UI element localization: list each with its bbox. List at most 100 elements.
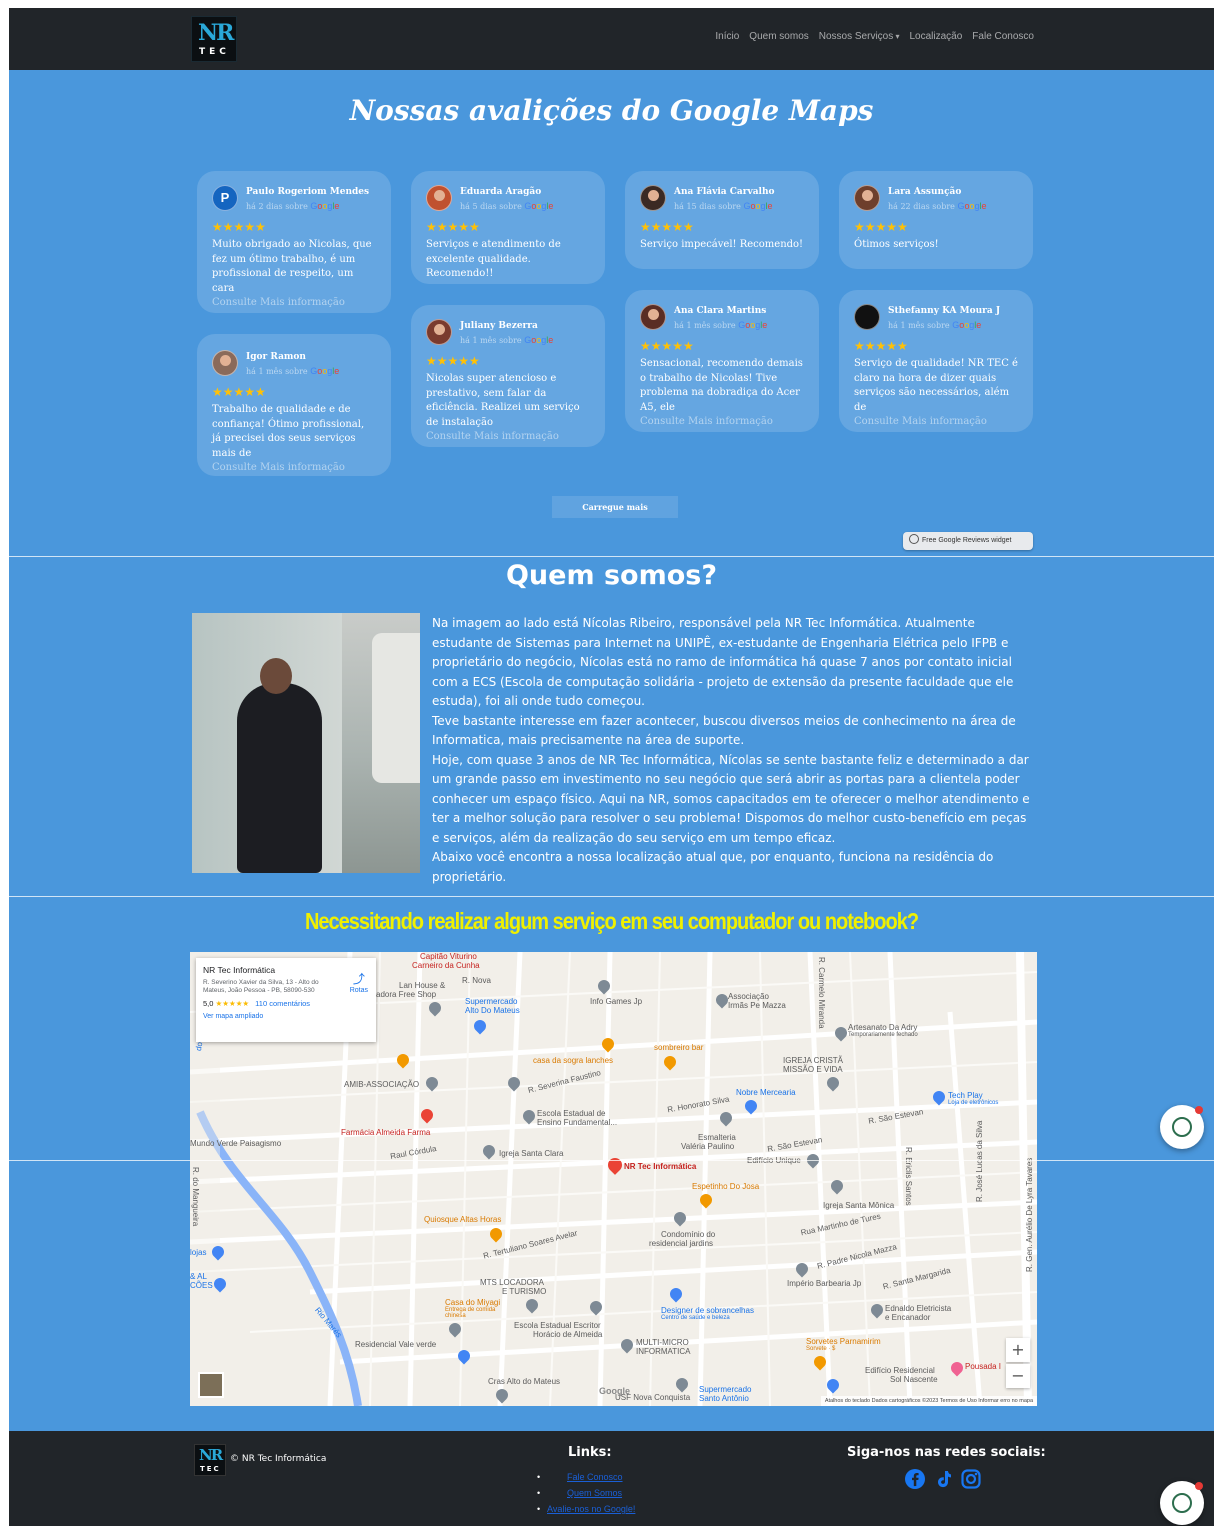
reviews-count-link[interactable]: 110 comentários — [255, 999, 310, 1008]
footer-link-fale-conosco[interactable]: Fale Conosco — [567, 1472, 623, 1482]
about-paragraph: Teve bastante interesse em fazer acontec… — [432, 713, 1016, 748]
map-label: Residencial Vale verde — [355, 1340, 437, 1349]
whatsapp-float-button[interactable] — [1160, 1105, 1204, 1149]
reviewer-name[interactable]: Lara Assunção — [888, 187, 987, 197]
map-label-nr-tec[interactable]: NR Tec Informática — [624, 1162, 696, 1171]
map-label: R. Nova — [462, 976, 491, 985]
google-logo: Google — [524, 201, 554, 211]
map-label: Alto Do Mateus — [465, 1006, 520, 1015]
map-attribution[interactable]: Atalhos do teclado Dados cartográficos ©… — [820, 1396, 1037, 1406]
reviewer-name[interactable]: Paulo Rogeriom Mendes — [246, 187, 369, 197]
instagram-icon[interactable] — [960, 1468, 982, 1490]
star-rating: ★★★★★ — [854, 220, 908, 234]
map-label: Império Barbearia Jp — [787, 1279, 862, 1288]
map-label: & AL — [190, 1272, 207, 1281]
review-card: Ana Flávia Carvalho há 15 dias sobre Goo… — [625, 171, 819, 269]
facebook-icon[interactable] — [904, 1468, 926, 1490]
widget-icon — [909, 534, 919, 544]
footer-link-avalie[interactable]: Avalie-nos no Google! — [547, 1504, 635, 1514]
map-label: Supermercado — [465, 997, 518, 1006]
whatsapp-float-button[interactable] — [1160, 1481, 1204, 1525]
map-label: Santo Antônio — [699, 1394, 749, 1403]
read-more-link[interactable]: Consulte Mais informação — [212, 296, 376, 310]
map-label: IGREJA CRISTÃ — [783, 1056, 844, 1065]
nav-dropdown-servicos[interactable]: Nossos Serviços — [819, 31, 900, 42]
review-meta: há 1 mês sobre — [674, 321, 736, 330]
logo-text-bottom: TEC — [199, 47, 230, 57]
load-more-button[interactable]: Carregue mais — [552, 496, 678, 518]
review-meta: há 15 dias sobre — [674, 202, 741, 211]
nav-link-fale-conosco[interactable]: Fale Conosco — [972, 31, 1034, 42]
reviewer-name[interactable]: Sthefanny KA Moura J — [888, 306, 1000, 316]
map-label: Irmãs Pe Mazza — [728, 1001, 786, 1010]
map-label: Capitão Viturino — [420, 952, 477, 961]
notification-dot — [1195, 1482, 1203, 1490]
map-label: Lan House & — [399, 981, 446, 990]
place-address: R. Severino Xavier da Silva, 13 - Alto d… — [203, 979, 319, 994]
notification-dot — [1195, 1106, 1203, 1114]
about-paragraph: Hoje, com quase 3 anos de NR Tec Informá… — [432, 752, 1030, 845]
map-label: Supermercado — [699, 1385, 752, 1394]
read-more-link[interactable]: Consulte Mais informação — [640, 415, 804, 429]
reviewer-name[interactable]: Eduarda Aragão — [460, 187, 553, 197]
review-card: Igor Ramon há 1 mês sobre Google ★★★★★ T… — [197, 334, 391, 476]
reviewer-name[interactable]: Ana Flávia Carvalho — [674, 187, 775, 197]
place-rating: 5,0 ★★★★★ 110 comentários — [203, 999, 369, 1008]
reviewer-avatar — [854, 304, 880, 330]
read-more-link[interactable]: Consulte Mais informação — [854, 415, 1018, 429]
review-meta: há 22 dias sobre — [888, 202, 955, 211]
reviewer-name[interactable]: Juliany Bezerra — [460, 321, 553, 331]
star-rating: ★★★★★ — [426, 354, 480, 368]
logo-text-bottom: TEC — [200, 1465, 221, 1473]
brand-logo[interactable]: NR TEC — [191, 16, 237, 62]
map-label: Entrega de comida chinesa — [445, 1307, 496, 1319]
footer-link-quem-somos[interactable]: Quem Somos — [567, 1488, 622, 1498]
google-map[interactable]: Capitão Viturino Carneiro da Cunha Lan H… — [190, 952, 1037, 1406]
review-meta: há 1 mês sobre — [460, 336, 522, 345]
whatsapp-icon — [1172, 1493, 1192, 1513]
zoom-out-button[interactable]: − — [1006, 1364, 1030, 1388]
place-info-card: NR Tec Informática R. Severino Xavier da… — [196, 958, 376, 1042]
directions-button[interactable]: ⤴ Rotas — [350, 970, 368, 994]
star-rating: ★★★★★ — [212, 220, 266, 234]
nav-link-quem-somos[interactable]: Quem somos — [749, 31, 808, 42]
map-label: residencial jardins — [649, 1239, 714, 1248]
zoom-in-button[interactable]: + — [1006, 1338, 1030, 1362]
list-item: Avalie-nos no Google! — [537, 1501, 635, 1517]
section-divider — [9, 896, 1214, 897]
read-more-link[interactable]: Consulte Mais informação — [212, 461, 376, 475]
nav-link-inicio[interactable]: Início — [715, 31, 739, 42]
review-text: Serviços e atendimento de excelente qual… — [426, 239, 561, 279]
copyright: © NR Tec Informática — [230, 1454, 327, 1464]
map-label: Igreja Santa Clara — [499, 1149, 564, 1158]
footer-logo[interactable]: NR TEC — [194, 1444, 226, 1476]
review-text: Serviço de qualidade! NR TEC é claro na … — [854, 358, 1018, 413]
tiktok-icon[interactable] — [932, 1468, 954, 1490]
reviews-widget-badge[interactable]: Free Google Reviews widget — [903, 532, 1033, 550]
google-logo: Google — [310, 201, 340, 211]
read-more-link[interactable]: Consulte Mais informação — [426, 430, 590, 444]
review-meta: há 5 dias sobre — [460, 202, 522, 211]
reviewer-avatar — [640, 304, 666, 330]
reviewer-avatar — [212, 350, 238, 376]
page-frame: NR TEC Início Quem somos Nossos Serviços… — [9, 8, 1214, 1526]
map-label: casa da sogra lanches — [533, 1056, 614, 1065]
review-card: Sthefanny KA Moura J há 1 mês sobre Goog… — [839, 290, 1033, 432]
service-title: Necessitando realizar algum serviço em s… — [304, 909, 919, 935]
rating-stars: ★★★★★ — [215, 999, 250, 1008]
owner-photo — [192, 613, 420, 873]
map-label: Sorvete · $ — [806, 1346, 836, 1352]
satellite-toggle[interactable] — [198, 1372, 224, 1398]
map-label: Cras Alto do Mateus — [488, 1377, 561, 1386]
map-label: Tech Play — [948, 1091, 983, 1100]
map-label: Info Games Jp — [590, 997, 643, 1006]
map-label: R. Gen. Aurélio De Lyra Tavares — [1025, 1157, 1034, 1272]
reviewer-name[interactable]: Ana Clara Martins — [674, 306, 767, 316]
nav-link-localizacao[interactable]: Localização — [909, 31, 962, 42]
map-label: Horácio de Almeida — [533, 1330, 603, 1339]
directions-icon: ⤴ — [352, 972, 365, 986]
view-larger-map-link[interactable]: Ver mapa ampliado — [203, 1013, 369, 1020]
reviewer-name[interactable]: Igor Ramon — [246, 352, 339, 362]
map-label: Quiosque Altas Horas — [424, 1215, 502, 1224]
logo-text-top: NR — [199, 1446, 223, 1464]
